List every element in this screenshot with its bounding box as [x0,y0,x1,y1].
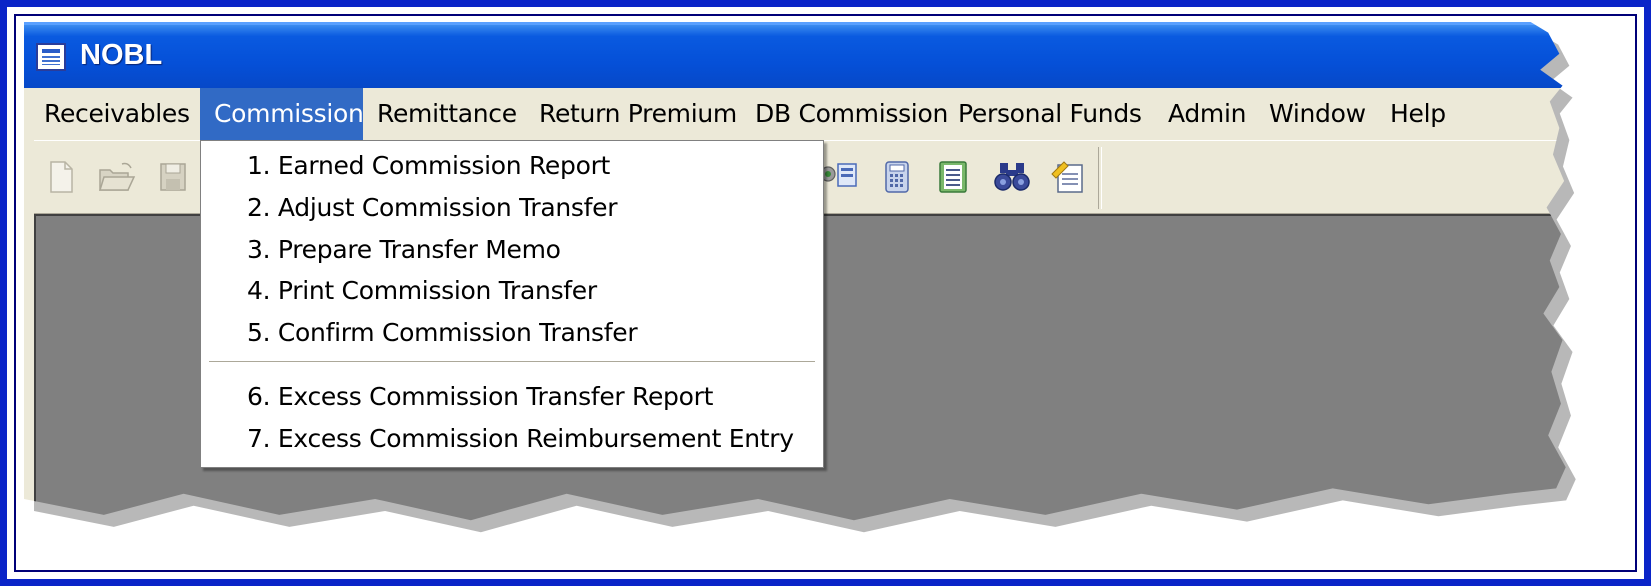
calculator-icon[interactable] [882,160,912,194]
menu-help[interactable]: Help [1376,88,1460,140]
window-left-edge [24,88,34,521]
edit-note-icon[interactable] [1050,160,1088,194]
app-window-icon[interactable] [36,43,66,71]
menu-window[interactable]: Window [1255,88,1380,140]
menu-personal-funds[interactable]: Personal Funds [944,88,1156,140]
menu-bar: Receivables Commission Remittance Return… [24,88,1566,140]
menu-item-adjust-commission-transfer[interactable]: 2. Adjust Commission Transfer [247,189,618,227]
menu-return-premium[interactable]: Return Premium [525,88,751,140]
menu-admin[interactable]: Admin [1154,88,1260,140]
menu-item-prepare-transfer-memo[interactable]: 3. Prepare Transfer Memo [247,231,561,269]
new-document-icon[interactable] [46,160,76,194]
menu-receivables[interactable]: Receivables [30,88,204,140]
save-icon[interactable] [158,160,188,194]
menu-item-confirm-commission-transfer[interactable]: 5. Confirm Commission Transfer [247,314,638,352]
app-window: NOBL Receivables Commission Remittance R… [24,22,1566,521]
toolbar-separator [1098,147,1102,209]
users-icon[interactable] [818,160,858,194]
list-document-icon[interactable] [936,160,972,194]
menu-commission[interactable]: Commission [200,88,364,140]
open-folder-icon[interactable] [98,160,136,194]
menu-item-print-commission-transfer[interactable]: 4. Print Commission Transfer [247,272,597,310]
menu-item-excess-commission-transfer-report[interactable]: 6. Excess Commission Transfer Report [247,378,713,416]
menu-remittance[interactable]: Remittance [363,88,531,140]
menu-item-earned-commission-report[interactable]: 1. Earned Commission Report [247,147,610,185]
menu-separator [209,361,815,363]
menu-db-commission[interactable]: DB Commission [741,88,962,140]
commission-dropdown-menu: 1. Earned Commission Report 2. Adjust Co… [200,140,824,468]
window-title: NOBL [80,39,163,71]
title-bar[interactable]: NOBL [24,22,1566,88]
menu-item-excess-commission-reimbursement-entry[interactable]: 7. Excess Commission Reimbursement Entry [247,420,794,458]
binoculars-find-icon[interactable] [992,160,1032,194]
